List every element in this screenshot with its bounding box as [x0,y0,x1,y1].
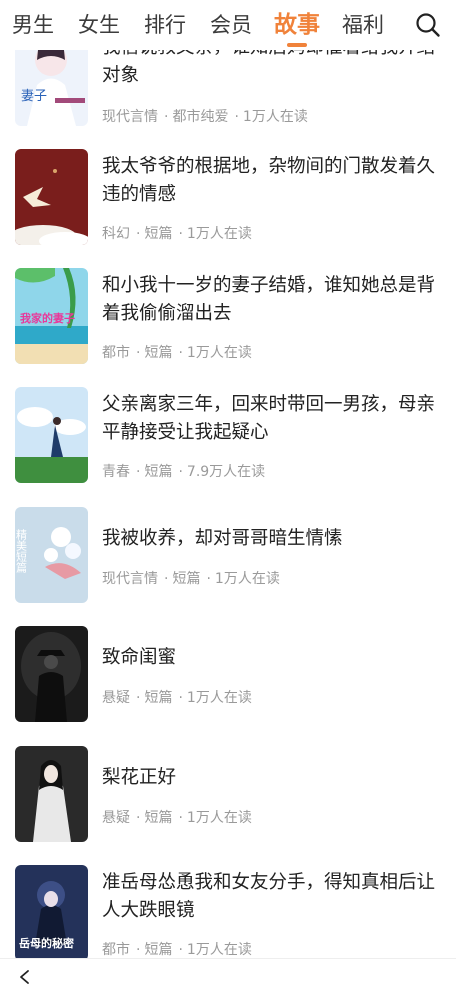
tab-ranking[interactable]: 排行 [132,0,198,50]
tab-strip: 男生 女生 排行 会员 故事 福利 [0,0,396,50]
svg-text:精美短篇: 精美短篇 [15,529,28,574]
tab-welfare[interactable]: 福利 [330,0,396,50]
tab-stories[interactable]: 故事 [264,0,330,50]
story-reads: 1万人在读 [186,226,252,242]
story-cover [15,149,88,245]
story-category: 青春 [102,464,130,480]
tab-female[interactable]: 女生 [66,0,132,50]
story-cover: 岳母的秘密 [15,865,88,961]
story-meta: 悬疑 · 短篇 · 1万人在读 [102,810,252,826]
story-title: 和小我十一岁的妻子结婚，谁知她总是背着我偷偷溜出去 [102,275,436,324]
story-item[interactable]: 岳母的秘密 准岳母怂恿我和女友分手，得知真相后让人大跌眼镜 都市 · 短篇 · 1万人在… [0,865,456,965]
story-reads: 1万人在读 [242,109,308,125]
story-reads: 1万人在读 [214,571,280,587]
story-reads: 7.9万人在读 [186,464,266,480]
story-item[interactable]: 父亲离家三年，回来时带回一男孩，母亲平静接受让我起疑心 青春 · 短篇 · 7.9万人在… [0,387,456,487]
story-cover [15,746,88,842]
story-title: 致命闺蜜 [102,647,177,668]
story-meta: 现代言情 · 短篇 · 1万人在读 [102,571,280,587]
story-title: 我太爷爷的根据地，杂物间的门散发着久违的情感 [102,156,436,205]
story-meta: 都市 · 短篇 · 1万人在读 [102,345,252,361]
story-meta: 科幻 · 短篇 · 1万人在读 [102,226,252,242]
story-cover [15,387,88,483]
back-chevron-icon[interactable] [17,969,33,985]
svg-text:岳母的秘密: 岳母的秘密 [19,936,74,950]
story-reads: 1万人在读 [186,690,252,706]
svg-text:我家的妻子: 我家的妻子 [20,311,75,325]
story-category: 悬疑 [102,690,130,706]
story-cover: 精美短篇 [15,507,88,603]
story-tag: 短篇 [144,810,173,826]
story-item[interactable]: 我家的妻子 和小我十一岁的妻子结婚，谁知她总是背着我偷偷溜出去 都市 · 短篇 · 1万… [0,268,456,368]
story-meta: 现代言情 · 都市纯爱 · 1万人在读 [102,109,308,125]
story-tag: 都市纯爱 [172,109,229,125]
story-category: 现代言情 [102,571,158,587]
tab-member[interactable]: 会员 [198,0,264,50]
story-reads: 1万人在读 [186,942,252,958]
story-category: 都市 [102,942,130,958]
story-meta: 青春 · 短篇 · 7.9万人在读 [102,464,266,480]
story-cover [15,626,88,722]
story-item[interactable]: 我太爷爷的根据地，杂物间的门散发着久违的情感 科幻 · 短篇 · 1万人在读 [0,149,456,249]
story-cover: 我家的妻子 [15,268,88,364]
story-category: 科幻 [102,226,130,242]
story-title: 准岳母怂恿我和女友分手，得知真相后让人大跌眼镜 [102,872,436,921]
story-item[interactable]: 致命闺蜜 悬疑 · 短篇 · 1万人在读 [0,626,456,726]
bottom-bar [0,958,456,988]
svg-text:妻子: 妻子 [21,89,47,104]
story-item[interactable]: 梨花正好 悬疑 · 短篇 · 1万人在读 [0,746,456,846]
story-category: 悬疑 [102,810,130,826]
story-reads: 1万人在读 [186,345,252,361]
story-meta: 都市 · 短篇 · 1万人在读 [102,942,252,958]
story-tag: 短篇 [144,226,173,242]
story-title: 梨花正好 [102,767,177,788]
story-meta: 悬疑 · 短篇 · 1万人在读 [102,690,252,706]
search-icon[interactable] [415,12,441,38]
story-reads: 1万人在读 [186,810,252,826]
story-item[interactable]: 精美短篇 我被收养，却对哥哥暗生情愫 现代言情 · 短篇 · 1万人在读 [0,507,456,607]
story-category: 现代言情 [102,109,158,125]
active-tab-indicator [287,43,307,47]
story-tag: 短篇 [144,942,173,958]
story-title: 我被收养，却对哥哥暗生情愫 [102,528,343,549]
story-tag: 短篇 [144,690,173,706]
tab-male[interactable]: 男生 [0,0,66,50]
top-nav-bar: 男生 女生 排行 会员 故事 福利 [0,0,456,50]
story-tag: 短篇 [144,464,173,480]
story-tag: 短篇 [144,345,173,361]
story-title: 父亲离家三年，回来时带回一男孩，母亲平静接受让我起疑心 [102,394,436,443]
story-category: 都市 [102,345,130,361]
story-tag: 短篇 [172,571,201,587]
